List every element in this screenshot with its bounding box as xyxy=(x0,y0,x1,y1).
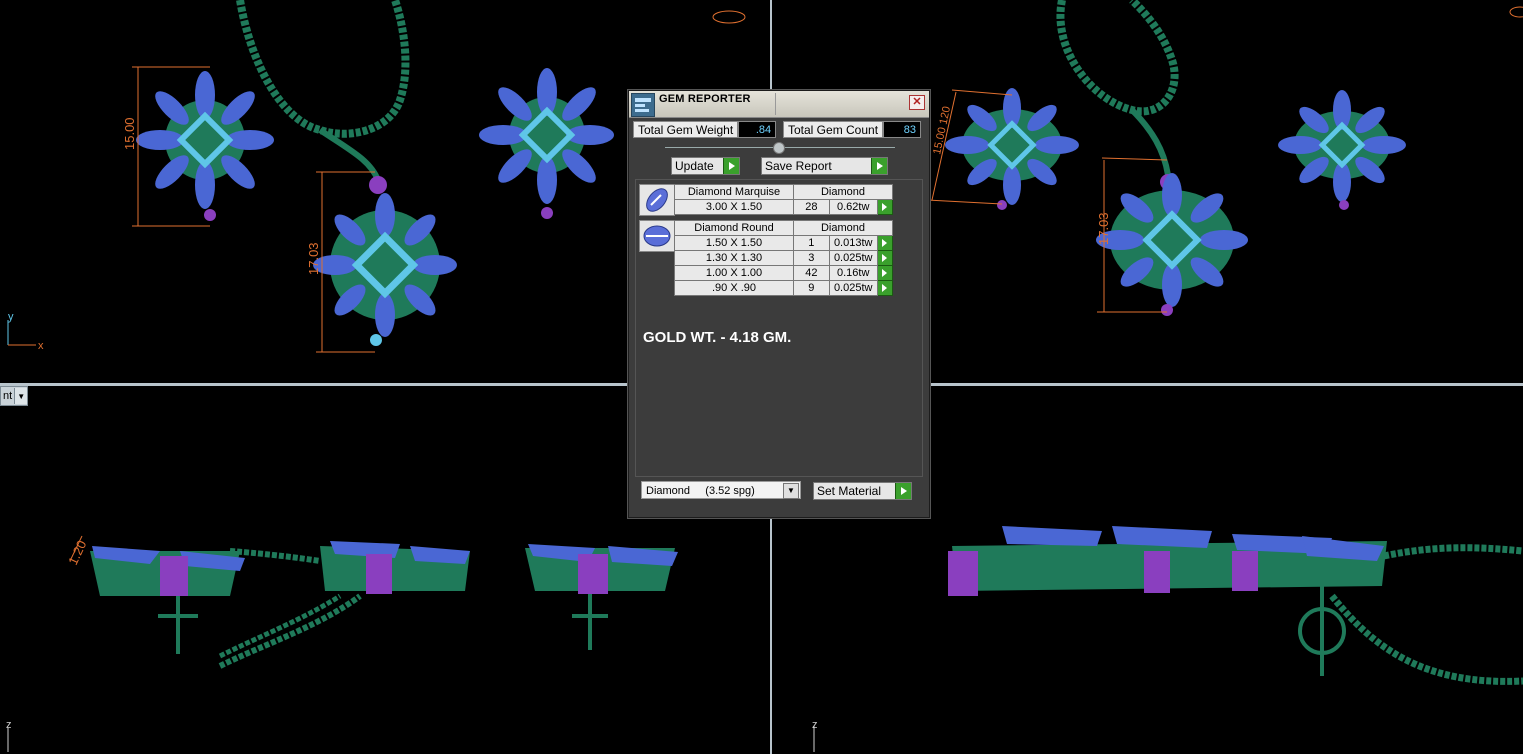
diamond-marquise-table: Diamond Marquise Diamond 3.00 X 1.50 28 … xyxy=(674,184,894,215)
gold-weight-note: GOLD WT. - 4.18 GM. xyxy=(643,329,792,346)
total-gem-count-value: 83 xyxy=(883,121,922,138)
gem-weight: 0.62tw xyxy=(828,199,878,215)
gem-material: Diamond xyxy=(793,184,893,200)
axis-label-z: z xyxy=(6,719,12,731)
save-report-button[interactable]: Save Report xyxy=(761,157,888,175)
save-report-button-label: Save Report xyxy=(765,159,832,173)
set-material-button-label: Set Material xyxy=(817,484,882,498)
dialog-title: GEM REPORTER xyxy=(659,93,751,105)
gem-size: 3.00 X 1.50 xyxy=(674,199,794,215)
viewport-menu-label: nt xyxy=(3,390,13,402)
gem-name: Diamond Round xyxy=(674,220,794,236)
gem-weight: 0.025tw xyxy=(828,250,878,266)
close-icon: ✕ xyxy=(912,96,922,108)
set-material-button[interactable]: Set Material xyxy=(813,482,912,500)
gem-weight: 0.013tw xyxy=(828,235,878,251)
close-button[interactable]: ✕ xyxy=(909,95,925,110)
gem-size: 1.30 X 1.30 xyxy=(674,250,794,266)
viewport-menu[interactable]: nt ▼ xyxy=(0,386,29,406)
total-gem-count: Total Gem Count 83 xyxy=(783,121,922,138)
gem-name: Diamond Marquise xyxy=(674,184,794,200)
select-gems-button[interactable] xyxy=(876,250,894,266)
pendant xyxy=(1096,173,1248,316)
table-row: 1.50 X 1.50 1 0.013tw xyxy=(674,235,894,251)
title-separator xyxy=(775,93,776,115)
earring-left xyxy=(136,71,274,221)
material-select[interactable]: Diamond (3.52 spg) ▼ xyxy=(641,481,801,499)
gem-count: 42 xyxy=(793,265,830,281)
pendant xyxy=(218,541,470,669)
earring-right xyxy=(1278,90,1406,210)
gem-reporter-dialog: GEM REPORTER ✕ Total Gem Weight .84 Tota… xyxy=(628,90,930,518)
dimension-label: 1.20 xyxy=(65,538,89,567)
table-row: .90 X .90 9 0.025tw xyxy=(674,280,894,296)
chevron-down-icon[interactable]: ▼ xyxy=(783,483,799,499)
dimension-label: 15.00 xyxy=(122,117,137,150)
earring-left xyxy=(945,88,1079,210)
table-row: Diamond Marquise Diamond xyxy=(674,184,893,200)
axis-label-z: z xyxy=(812,719,818,731)
table-row: 1.30 X 1.30 3 0.025tw xyxy=(674,250,894,266)
select-gems-button[interactable] xyxy=(876,265,894,281)
chevron-down-icon[interactable]: ▼ xyxy=(14,388,28,404)
select-gems-button[interactable] xyxy=(876,235,894,251)
play-icon xyxy=(895,483,911,499)
gem-reporter-icon xyxy=(631,93,655,117)
earring-left xyxy=(90,546,245,654)
total-gem-weight-label: Total Gem Weight xyxy=(633,121,739,138)
dimension-label: 17.03 xyxy=(1096,212,1111,245)
axis-label-x: x xyxy=(38,340,44,352)
table-row: 1.00 X 1.00 42 0.16tw xyxy=(674,265,894,281)
play-icon xyxy=(723,158,739,174)
marquise-gem-icon[interactable] xyxy=(639,184,675,216)
gem-count: 9 xyxy=(793,280,830,296)
pendant xyxy=(313,176,457,346)
earring-right xyxy=(525,544,678,650)
gem-count: 3 xyxy=(793,250,830,266)
select-gems-button[interactable] xyxy=(876,199,894,215)
axis-label-y: y xyxy=(8,311,14,323)
earring-right xyxy=(479,68,614,219)
gem-size: .90 X .90 xyxy=(674,280,794,296)
gem-weight: 0.025tw xyxy=(828,280,878,296)
pendant-and-earrings-side xyxy=(948,526,1523,685)
total-gem-weight-value: .84 xyxy=(738,121,777,138)
total-gem-count-label: Total Gem Count xyxy=(783,121,884,138)
update-button[interactable]: Update xyxy=(671,157,740,175)
select-gems-button[interactable] xyxy=(876,280,894,296)
total-gem-weight: Total Gem Weight .84 xyxy=(633,121,777,138)
gem-count: 1 xyxy=(793,235,830,251)
table-row: 3.00 X 1.50 28 0.62tw xyxy=(674,199,894,215)
gem-size: 1.50 X 1.50 xyxy=(674,235,794,251)
play-icon xyxy=(871,158,887,174)
panel-splitter-handle[interactable] xyxy=(773,142,785,154)
table-row: Diamond Round Diamond xyxy=(674,220,893,236)
material-select-value: Diamond (3.52 spg) xyxy=(646,485,755,497)
gem-weight: 0.16tw xyxy=(828,265,878,281)
dimension-label: 17.03 xyxy=(306,242,321,275)
diamond-round-table: Diamond Round Diamond 1.50 X 1.50 1 0.01… xyxy=(674,220,894,296)
update-button-label: Update xyxy=(675,159,714,173)
gem-size: 1.00 X 1.00 xyxy=(674,265,794,281)
gem-material: Diamond xyxy=(793,220,893,236)
title-bar[interactable]: GEM REPORTER ✕ xyxy=(629,91,929,118)
round-gem-icon[interactable] xyxy=(639,220,675,252)
gem-count: 28 xyxy=(793,199,830,215)
